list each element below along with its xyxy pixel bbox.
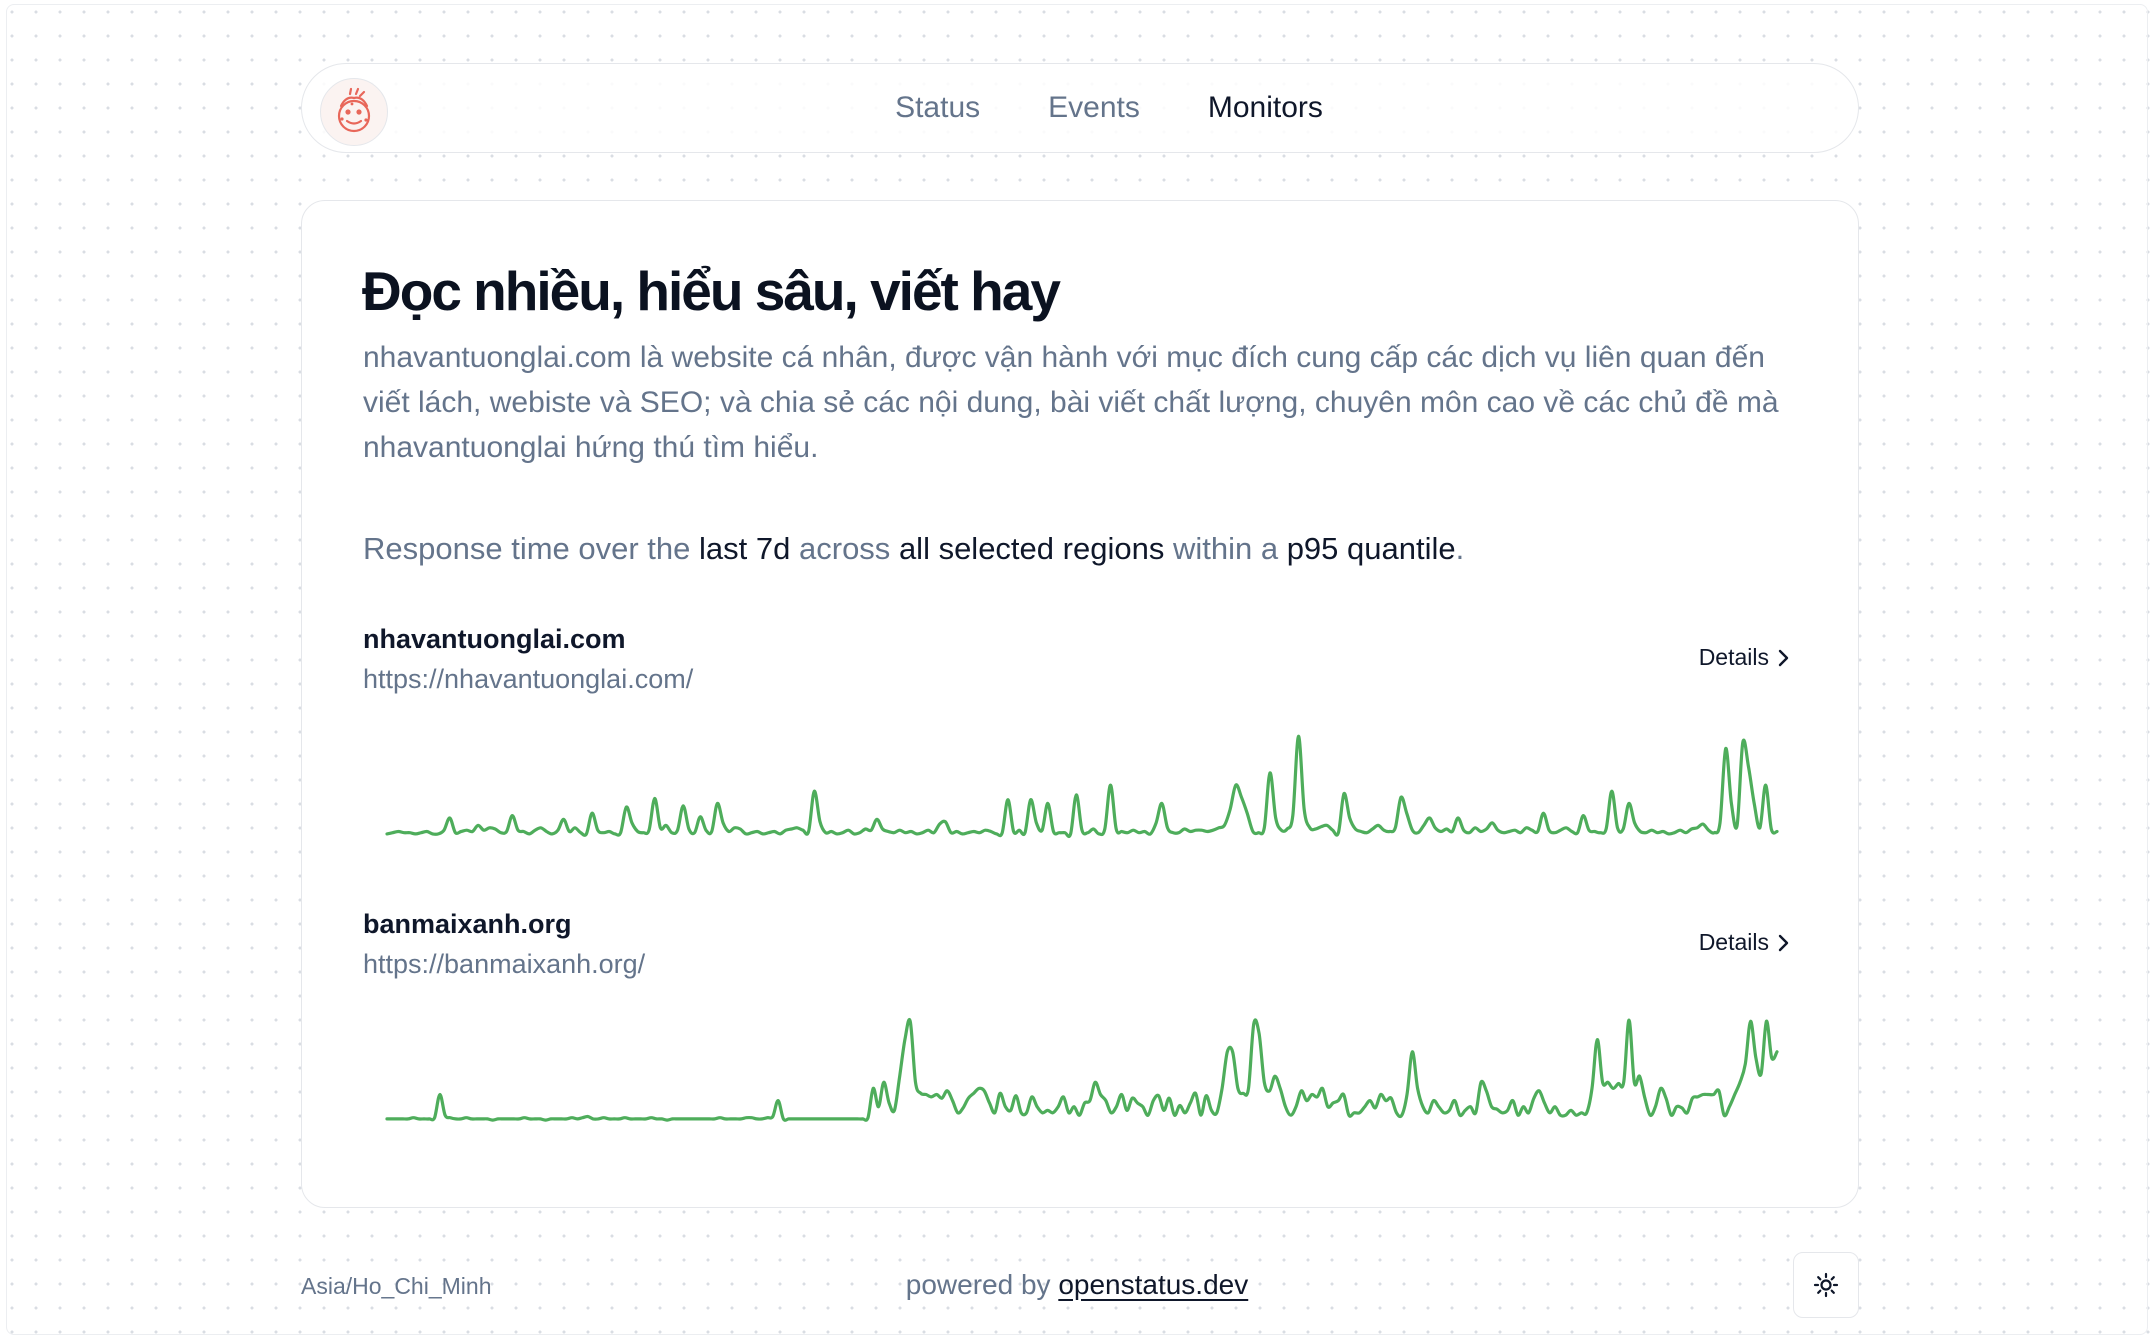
summary-text: across [799,531,891,566]
summary-text: within a [1172,531,1279,566]
details-button[interactable]: Details [1699,644,1791,671]
response-time-chart [385,734,1779,838]
chevron-right-icon [1778,649,1789,666]
response-time-line [385,1018,1779,1122]
main-nav: Status Events Monitors [302,64,1858,152]
response-time-summary: Response time over the last 7d across al… [363,531,1464,567]
summary-quantile: p95 quantile [1286,531,1456,566]
summary-end: . [1455,531,1465,566]
powered-by-text: powered by [905,1269,1051,1300]
theme-toggle-button[interactable] [1793,1252,1859,1318]
page-title: Đọc nhiều, hiểu sâu, viết hay [362,260,1061,322]
page-description: nhavantuonglai.com là website cá nhân, đ… [363,341,1779,464]
monitors-card: Đọc nhiều, hiểu sâu, viết hay nhavantuon… [301,200,1859,1208]
monitor-name: banmaixanh.org [363,909,572,939]
sun-icon [1813,1272,1839,1298]
openstatus-link[interactable]: openstatus.dev [1058,1269,1248,1300]
nav-status[interactable]: Status [895,91,980,125]
summary-regions: all selected regions [898,531,1165,566]
monitor-url: https://nhavantuonglai.com/ [363,664,694,694]
response-time-line [385,734,1779,838]
chevron-right-icon [1778,934,1789,951]
monitor-name: nhavantuonglai.com [363,624,626,654]
nav-events[interactable]: Events [1048,91,1140,125]
details-label: Details [1698,929,1769,955]
monitor-url: https://banmaixanh.org/ [363,949,646,979]
details-label: Details [1698,644,1769,670]
summary-text: Response time over the [363,531,691,566]
nav-monitors[interactable]: Monitors [1208,91,1323,125]
response-time-chart [385,1018,1779,1122]
site-header: Status Events Monitors [301,63,1859,153]
summary-period: last 7d [699,531,791,566]
details-button[interactable]: Details [1699,929,1791,956]
